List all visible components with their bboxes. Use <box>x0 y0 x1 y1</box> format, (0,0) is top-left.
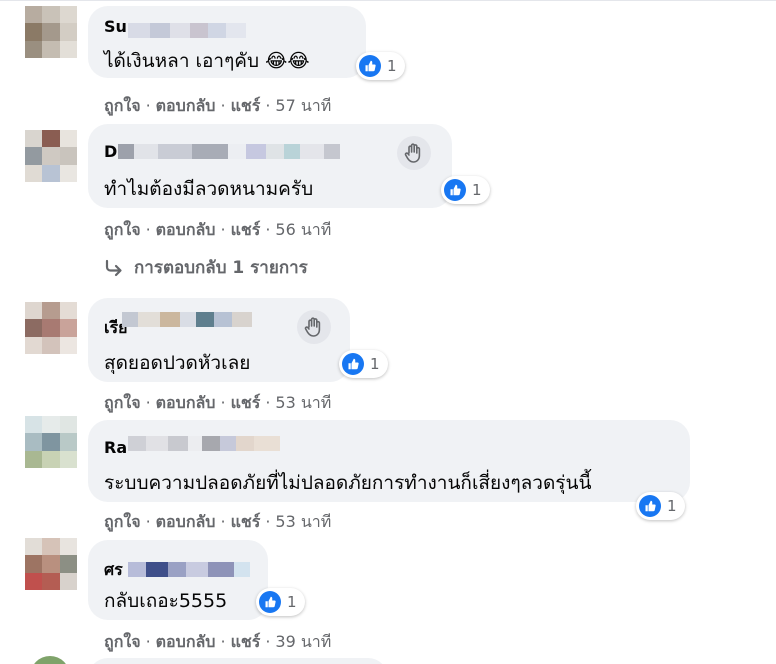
comment-text: สุดยอดปวดหัวเลย <box>104 352 251 374</box>
comment-actions: ถูกใจ · ตอบกลับ · แชร์ · 57 นาที <box>104 96 332 115</box>
timestamp[interactable]: 57 นาที <box>275 96 331 115</box>
reply-link[interactable]: ตอบกลับ <box>156 512 216 531</box>
avatar[interactable] <box>25 416 77 468</box>
reply-link[interactable]: ตอบกลับ <box>156 220 216 239</box>
reply-link[interactable]: ตอบกลับ <box>156 96 216 115</box>
reaction-count[interactable]: 1 <box>256 588 305 616</box>
timestamp[interactable]: 53 นาที <box>275 512 331 531</box>
like-icon <box>342 353 364 375</box>
timestamp[interactable]: 56 นาที <box>275 220 331 239</box>
redacted-name <box>128 562 250 577</box>
timestamp[interactable]: 39 นาที <box>275 632 331 651</box>
redacted-name <box>122 312 252 327</box>
like-icon <box>639 495 661 517</box>
reply-arrow-icon <box>105 259 122 276</box>
reaction-count[interactable]: 1 <box>636 492 685 520</box>
comment-text: กลับเถอะ5555 <box>104 590 228 612</box>
comment-actions: ถูกใจ · ตอบกลับ · แชร์ · 53 นาที <box>104 512 332 531</box>
share-link[interactable]: แชร์ <box>231 393 261 412</box>
redacted-name <box>128 23 246 38</box>
like-link[interactable]: ถูกใจ <box>104 220 141 239</box>
redacted-name <box>128 436 280 451</box>
comment-actions: ถูกใจ · ตอบกลับ · แชร์ · 53 นาที <box>104 393 332 412</box>
share-link[interactable]: แชร์ <box>231 632 261 651</box>
comment-bubble: D ทำไมต้องมีลวดหนามครับ <box>88 124 452 208</box>
comment-author[interactable]: ศร <box>104 558 123 583</box>
comment-bubble: Su ได้เงินหลา เอาๆคับ 😂😂 <box>88 6 366 78</box>
avatar[interactable] <box>30 656 70 664</box>
reaction-count[interactable]: 1 <box>339 350 388 378</box>
share-link[interactable]: แชร์ <box>231 512 261 531</box>
like-link[interactable]: ถูกใจ <box>104 512 141 531</box>
like-link[interactable]: ถูกใจ <box>104 393 141 412</box>
reply-link[interactable]: ตอบกลับ <box>156 632 216 651</box>
comment-bubble <box>88 658 388 664</box>
like-icon <box>444 179 466 201</box>
comment-text: ทำไมต้องมีลวดหนามครับ <box>104 178 314 200</box>
like-icon <box>259 591 281 613</box>
like-link[interactable]: ถูกใจ <box>104 632 141 651</box>
timestamp[interactable]: 53 นาที <box>275 393 331 412</box>
divider <box>0 0 776 1</box>
comment-bubble: Ra ระบบความปลอดภัยที่ไม่ปลอดภัยการทำงานก… <box>88 420 690 502</box>
avatar[interactable] <box>25 6 77 58</box>
avatar[interactable] <box>25 130 77 182</box>
share-link[interactable]: แชร์ <box>231 96 261 115</box>
comment-author[interactable]: D <box>104 142 117 161</box>
wave-icon[interactable] <box>397 136 431 170</box>
comment-author[interactable]: Su <box>104 17 127 36</box>
reply-link[interactable]: ตอบกลับ <box>156 393 216 412</box>
like-link[interactable]: ถูกใจ <box>104 96 141 115</box>
comment-bubble: ศร กลับเถอะ5555 <box>88 540 268 620</box>
share-link[interactable]: แชร์ <box>231 220 261 239</box>
avatar[interactable] <box>25 302 77 354</box>
avatar[interactable] <box>25 538 77 590</box>
comment-actions: ถูกใจ · ตอบกลับ · แชร์ · 56 นาที <box>104 220 332 239</box>
like-icon <box>359 55 381 77</box>
comment-text: ระบบความปลอดภัยที่ไม่ปลอดภัยการทำงานก็เส… <box>104 472 592 494</box>
reaction-count[interactable]: 1 <box>356 52 405 80</box>
reaction-count[interactable]: 1 <box>441 176 490 204</box>
view-replies-link[interactable]: การตอบกลับ 1 รายการ <box>104 254 308 281</box>
wave-icon[interactable] <box>297 310 331 344</box>
comment-text: ได้เงินหลา เอาๆคับ 😂😂 <box>104 50 310 72</box>
redacted-name <box>118 144 340 159</box>
comment-author[interactable]: Ra <box>104 438 127 457</box>
comment-actions: ถูกใจ · ตอบกลับ · แชร์ · 39 นาที <box>104 632 332 651</box>
